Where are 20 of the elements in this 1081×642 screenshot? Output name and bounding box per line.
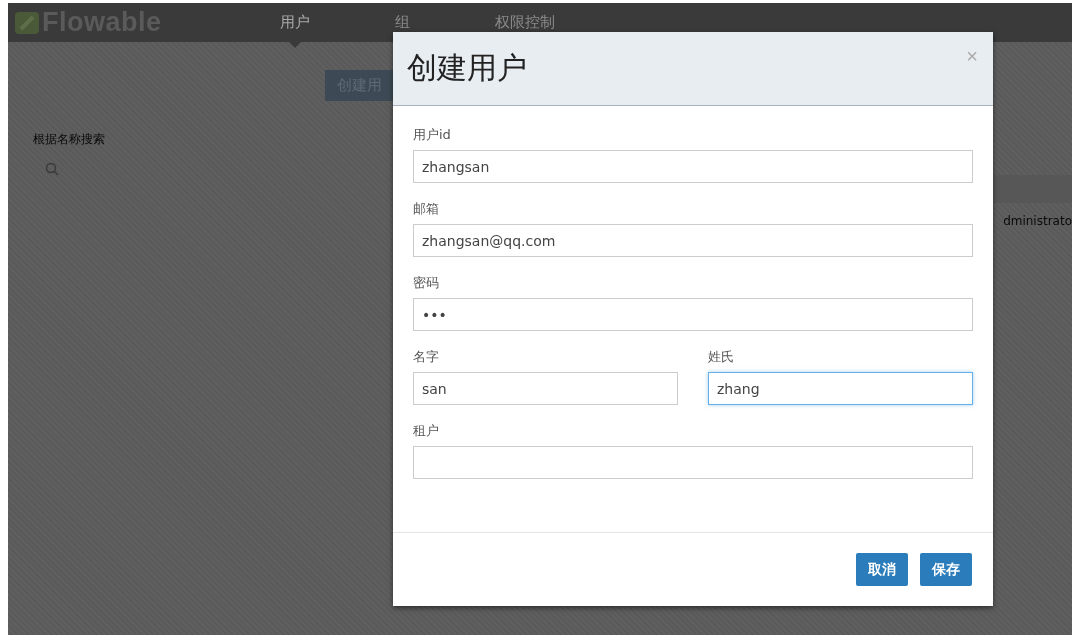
field-label: 密码 — [413, 274, 440, 292]
cancel-button[interactable]: 取消 — [856, 553, 908, 586]
field-label: 名字 — [413, 348, 440, 366]
input-field[interactable] — [413, 446, 973, 479]
field-label: 用户id — [413, 126, 452, 144]
input-field[interactable]: ••• — [413, 298, 973, 331]
logo-icon — [14, 10, 40, 35]
search-icon — [45, 162, 59, 176]
input-field[interactable]: zhangsan — [413, 150, 973, 183]
input-field[interactable]: san — [413, 372, 678, 405]
dialog-title: 创建用户 — [407, 49, 527, 87]
save-button[interactable]: 保存 — [920, 553, 972, 586]
input-field[interactable]: zhang — [708, 372, 973, 405]
search-label: 根据名称搜索 — [33, 131, 105, 148]
field-label: 姓氏 — [708, 348, 735, 366]
nav-tab[interactable]: 用户 — [260, 3, 330, 42]
table-cell: dministrato — [1003, 214, 1072, 228]
input-field[interactable]: zhangsan@qq.com — [413, 224, 973, 257]
field-label: 租户 — [413, 422, 440, 440]
field-label: 邮箱 — [413, 200, 440, 218]
